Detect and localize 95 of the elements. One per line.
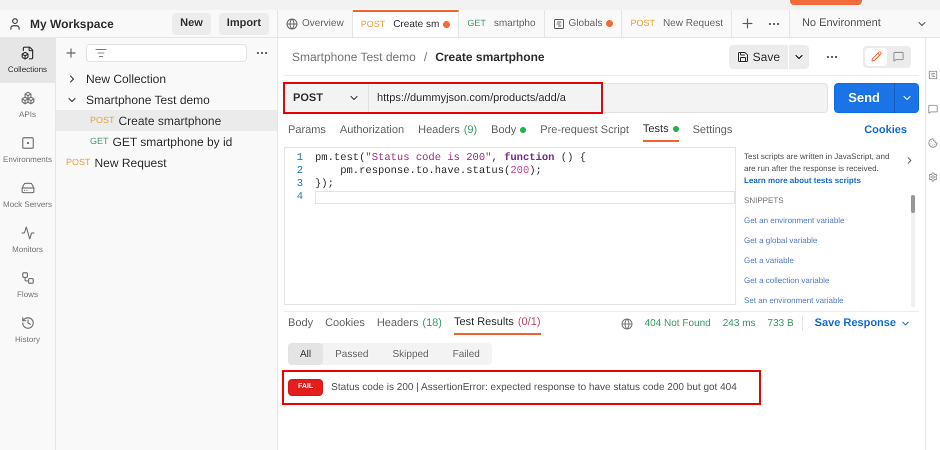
rail-item[interactable]: Monitors	[0, 218, 55, 263]
status-code: 404 Not Found	[644, 317, 711, 331]
breadcrumb-separator: /	[424, 48, 428, 66]
code-line: });	[315, 176, 334, 192]
pencil-icon	[870, 51, 882, 62]
network-icon	[620, 318, 633, 330]
environment-select[interactable]: No Environment	[788, 10, 940, 37]
cookies-link[interactable]: Cookies	[864, 122, 907, 138]
breadcrumb-parent[interactable]: Smartphone Test demo	[292, 48, 416, 66]
docs-icon[interactable]	[928, 70, 938, 80]
snippets-title: SNIPPETS	[744, 195, 785, 207]
filter-tab[interactable]: Passed	[323, 343, 380, 365]
save-menu-button[interactable]	[789, 44, 809, 68]
workspace-title: My Workspace	[30, 16, 115, 32]
response-time: 243 ms	[722, 317, 756, 331]
snippet-link[interactable]: Get an environment variable	[744, 215, 911, 227]
save-button[interactable]: Save	[728, 44, 788, 68]
tree-item[interactable]: POST New Request	[56, 152, 277, 173]
method-label: POST	[360, 18, 386, 31]
edit-toggle[interactable]	[865, 48, 887, 66]
code-line: pm.test("Status code is 200", function () {	[315, 150, 586, 165]
apis-icon	[20, 90, 34, 104]
history-icon	[20, 316, 34, 330]
tree-label: New Request	[94, 154, 167, 172]
code-line: pm.response.to.have.status(200);	[339, 164, 542, 179]
tree-label: Smartphone Test demo	[86, 92, 210, 108]
globals-icon	[552, 18, 565, 30]
response-size: 733 B	[768, 316, 803, 331]
line-number: 3	[296, 176, 304, 192]
comment-icon[interactable]	[928, 104, 938, 114]
request-tab[interactable]: Globals	[544, 10, 622, 37]
help-link[interactable]: Learn more about tests scripts	[744, 175, 915, 187]
response-tab[interactable]: Cookies	[325, 312, 365, 335]
filter-tab[interactable]: All	[288, 343, 324, 365]
method-label: POST	[90, 114, 115, 127]
request-section-tab[interactable]: Authorization	[340, 118, 404, 142]
code-editor[interactable]: 1 pm.test("Status code is 200", function () { 2 pm.response.to.have.status(200); 3 }); 4	[284, 147, 736, 305]
flow-icon	[20, 270, 34, 284]
request-tab[interactable]: GET smartpho	[459, 10, 545, 37]
line-number: 2	[296, 164, 304, 179]
header-button[interactable]: New	[172, 12, 211, 34]
comment-icon	[892, 51, 904, 62]
response-tab[interactable]: Headers (18)	[376, 312, 442, 335]
new-tab-icon[interactable]	[740, 16, 755, 31]
tree-item[interactable]: Smartphone Test demo	[56, 89, 277, 110]
monitor-icon	[20, 226, 34, 240]
line-number: 1	[296, 150, 304, 166]
header-button[interactable]: Import	[218, 12, 269, 34]
tree-item[interactable]: POST Create smartphone	[56, 110, 277, 131]
response-tab[interactable]: Test Results (0/1)	[454, 312, 541, 335]
result-message: Status code is 200 | AssertionError: expected response to have status code 200 but got 404	[331, 381, 737, 395]
filter-field[interactable]	[86, 44, 247, 62]
filter-icon	[95, 47, 107, 59]
rail-item[interactable]: Collections	[0, 38, 55, 83]
filter-tab[interactable]: Skipped	[380, 343, 441, 365]
tree-item[interactable]: GET GET smartphone by id	[56, 131, 277, 152]
method-label: POST	[630, 16, 655, 30]
breadcrumb-current: Create smartphone	[435, 48, 546, 66]
rail-item[interactable]: History	[0, 308, 55, 353]
server-icon	[20, 180, 34, 194]
settings-icon[interactable]	[928, 172, 938, 182]
rail-item[interactable]: Flows	[0, 263, 55, 308]
snippet-link[interactable]: Set an environment variable	[744, 295, 911, 307]
snippet-link[interactable]: Get a variable	[744, 255, 911, 267]
request-tab[interactable]: POST New Request	[622, 10, 732, 37]
snippet-link[interactable]: Get a collection variable	[744, 275, 911, 287]
line-number: 4	[296, 190, 304, 205]
response-tab[interactable]: Body	[288, 312, 314, 335]
save-icon	[736, 50, 749, 62]
save-response-button[interactable]: Save Response	[814, 315, 911, 332]
request-section-tab[interactable]: Params	[288, 118, 326, 142]
rail-item[interactable]: APIs	[0, 83, 55, 128]
snippet-link[interactable]: Get a global variable	[744, 235, 911, 247]
environment-icon	[20, 136, 34, 150]
request-section-tab[interactable]: Pre-request Script	[540, 118, 629, 142]
help-text: Test scripts are written in JavaScript, and are run after the response is received.	[744, 151, 890, 175]
request-section-tab[interactable]: Settings	[692, 118, 732, 142]
request-tab[interactable]: POST Create sm	[352, 10, 460, 37]
tree-item[interactable]: New Collection	[56, 68, 277, 89]
filter-tab[interactable]: Failed	[440, 343, 492, 365]
tree-label: Create smartphone	[118, 112, 222, 130]
user-icon	[8, 16, 22, 30]
tree-label: New Collection	[86, 70, 166, 88]
method-label: GET	[467, 16, 486, 30]
request-section-tab[interactable]: Tests	[642, 118, 679, 142]
overview-icon	[286, 18, 298, 30]
method-label: POST	[66, 156, 91, 169]
add-icon[interactable]	[64, 46, 78, 60]
method-label: GET	[90, 134, 109, 148]
request-section-tab[interactable]: Headers (9)	[418, 118, 478, 142]
rail-item[interactable]: Environments	[0, 128, 55, 173]
scrollbar-thumb[interactable]	[911, 195, 915, 213]
request-section-tab[interactable]: Body	[491, 118, 526, 142]
tree-label: GET smartphone by id	[112, 134, 232, 150]
rail-item[interactable]: Mock Servers	[0, 173, 55, 218]
